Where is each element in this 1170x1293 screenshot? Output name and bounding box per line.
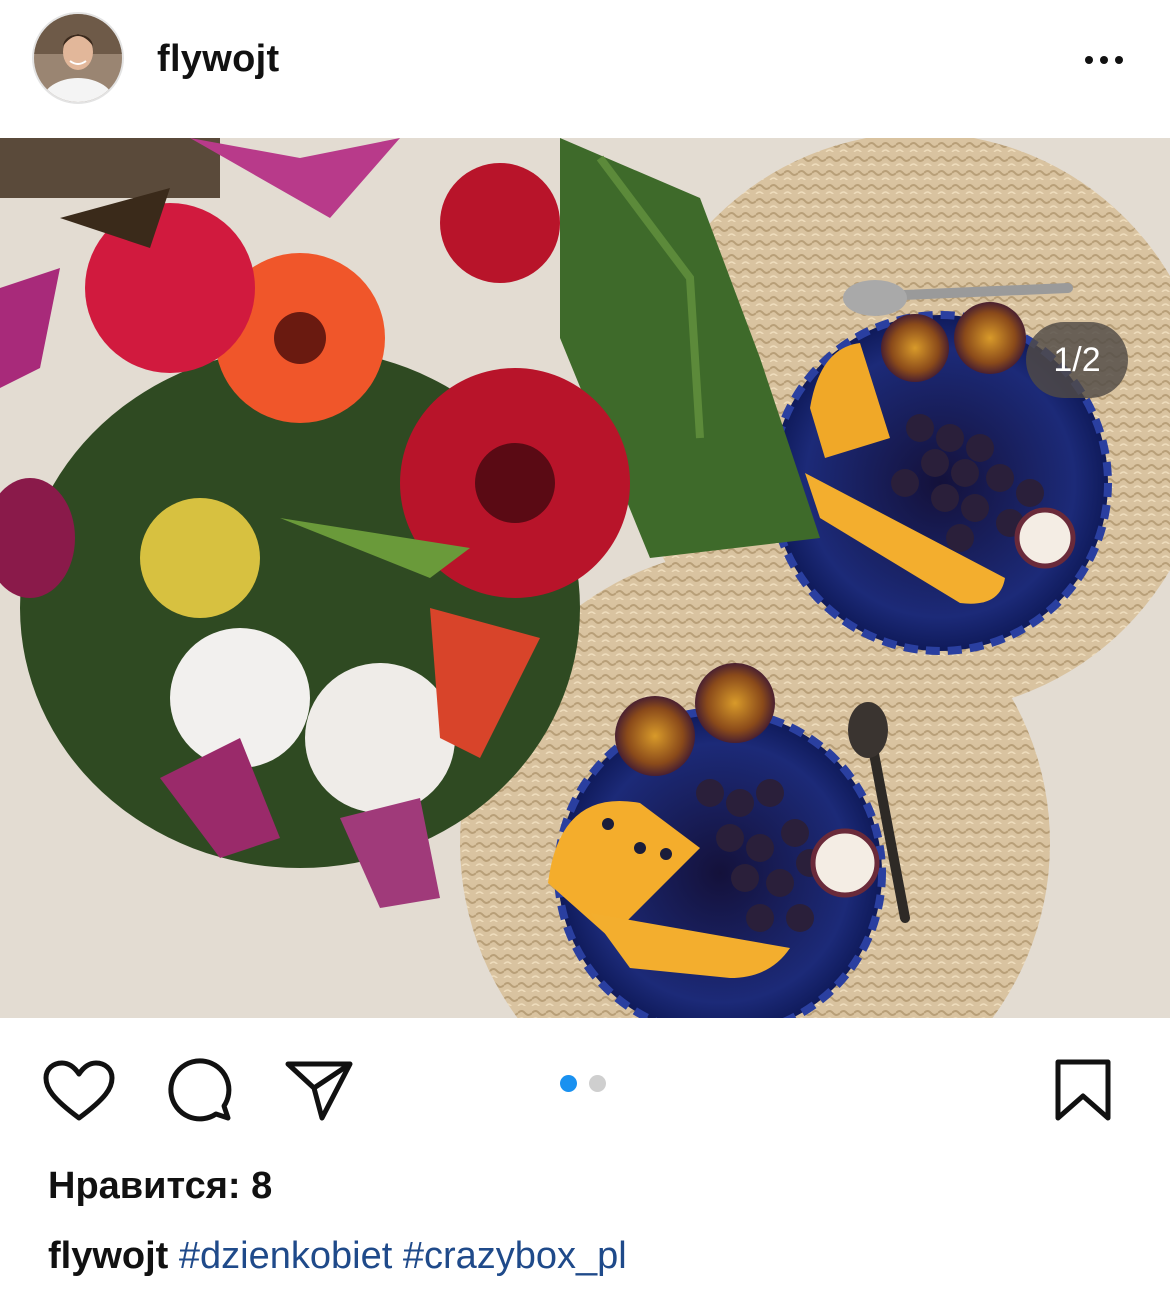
comment-icon[interactable] (164, 1056, 234, 1126)
likes-count[interactable]: Нравится: 8 (48, 1165, 272, 1208)
post-image[interactable]: 1/2 (0, 138, 1170, 1018)
post-header: flywojt (0, 0, 1170, 138)
post-caption: flywojt #dzienkobiet #crazybox_pl (48, 1235, 627, 1278)
caption-username[interactable]: flywojt (48, 1235, 168, 1277)
hashtag-link[interactable]: #dzienkobiet (179, 1235, 392, 1277)
post-photo (0, 138, 1170, 1018)
heart-icon[interactable] (42, 1060, 116, 1122)
post-username[interactable]: flywojt (157, 38, 279, 81)
avatar[interactable] (32, 12, 124, 104)
more-options-icon[interactable] (1074, 40, 1134, 80)
carousel-indicator (560, 1075, 606, 1092)
share-icon[interactable] (284, 1058, 354, 1122)
avatar-image (34, 14, 122, 102)
carousel-dot (589, 1075, 606, 1092)
carousel-dot-active (560, 1075, 577, 1092)
image-counter-badge: 1/2 (1026, 322, 1128, 398)
bookmark-icon[interactable] (1054, 1058, 1112, 1122)
hashtag-link[interactable]: #crazybox_pl (403, 1235, 627, 1277)
